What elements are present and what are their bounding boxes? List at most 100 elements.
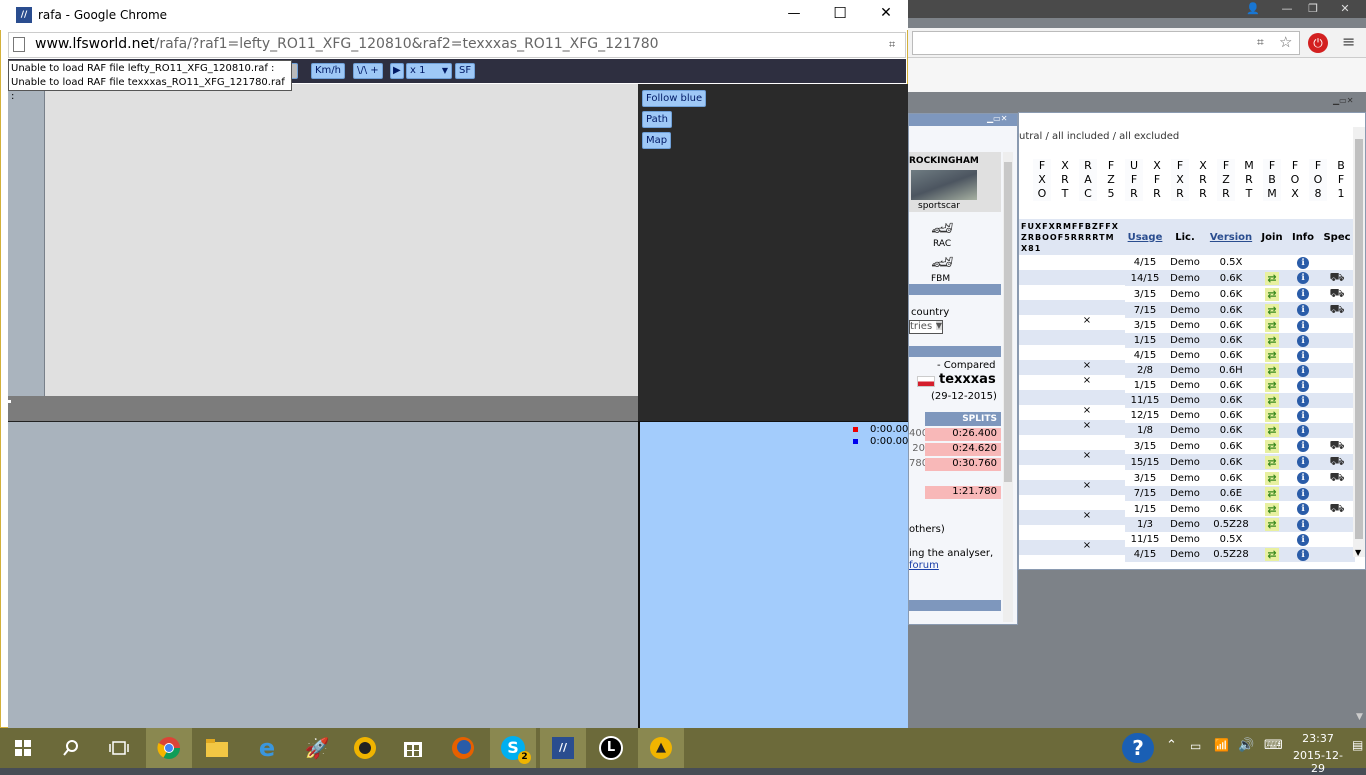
table-row[interactable]: 14/15 Demo 0.6K ⇄ ℹ ⛟ (1125, 270, 1355, 286)
info-icon[interactable]: ℹ (1297, 272, 1309, 284)
bookmark-star-icon[interactable]: ☆ (1279, 33, 1292, 51)
car-filter-column[interactable]: XFR (1148, 159, 1166, 201)
join-icon[interactable]: ⇄ (1265, 548, 1279, 561)
info-icon[interactable]: ℹ (1297, 394, 1309, 407)
maximize-button[interactable]: ☐ (830, 4, 850, 22)
notifications-icon[interactable]: ▤ (1352, 738, 1363, 752)
filter-links[interactable]: utral / all included / all excluded (1019, 131, 1179, 142)
network-icon[interactable]: 📶 (1214, 738, 1229, 752)
l-app-icon[interactable]: L (588, 728, 634, 768)
minimize-button[interactable]: — (784, 6, 804, 21)
car-filter-column[interactable]: FZR (1217, 159, 1235, 201)
file-explorer-icon[interactable] (194, 728, 240, 768)
country-select[interactable]: tries ▼ (909, 320, 943, 334)
info-icon[interactable]: ℹ (1297, 256, 1309, 269)
join-icon[interactable]: ⇄ (1265, 287, 1279, 301)
join-icon[interactable]: ⇄ (1265, 334, 1279, 347)
table-row[interactable]: 12/15 Demo 0.6K ⇄ ℹ (1125, 408, 1355, 423)
page-scroll-down[interactable]: ▼ (1356, 712, 1363, 722)
track-image[interactable] (911, 170, 977, 200)
minimize-icon[interactable]: — (1276, 1, 1298, 17)
keyboard-icon[interactable]: ⌨ (1264, 738, 1283, 753)
table-row[interactable]: 3/15 Demo 0.6K ⇄ ℹ ⛟ (1125, 470, 1355, 486)
list-scrollbar[interactable]: ▼ (1353, 127, 1365, 557)
table-row[interactable]: 3/15 Demo 0.6K ⇄ ℹ (1125, 318, 1355, 333)
table-row[interactable]: 1/15 Demo 0.6K ⇄ ℹ (1125, 378, 1355, 393)
car-filter-column[interactable]: RAC (1079, 159, 1097, 201)
lfs-taskbar-icon[interactable]: // (540, 728, 586, 768)
yellow-app-icon[interactable] (342, 728, 388, 768)
tray-chevron-icon[interactable]: ⌃ (1166, 738, 1177, 753)
car-filter-column[interactable]: XRT (1056, 159, 1074, 201)
background-url-bar[interactable]: ⌗ ☆ (912, 31, 1300, 55)
col-usage[interactable]: Usage (1125, 219, 1165, 255)
spectate-icon[interactable]: ⛟ (1329, 454, 1344, 468)
car-filter-column[interactable]: FXO (1033, 159, 1051, 201)
start-button[interactable] (0, 728, 46, 768)
table-row[interactable]: 7/15 Demo 0.6K ⇄ ℹ ⛟ (1125, 302, 1355, 318)
join-icon[interactable]: ⇄ (1265, 349, 1279, 362)
join-icon[interactable]: ⇄ (1265, 502, 1279, 516)
spectate-icon[interactable]: ⛟ (1329, 270, 1344, 284)
panel-controls[interactable]: ▁▭✕ (987, 114, 1007, 123)
translate-icon[interactable]: ⌗ (889, 38, 895, 52)
forum-link[interactable]: forum (909, 560, 939, 571)
play-button[interactable]: ▶ (390, 63, 404, 79)
car-filter-column[interactable]: XRR (1194, 159, 1212, 201)
graph-scrollbar[interactable] (8, 396, 638, 421)
car-filter-column[interactable]: FO8 (1309, 159, 1327, 201)
help-icon[interactable]: ? (1122, 733, 1154, 763)
edge-icon[interactable]: e (244, 728, 290, 768)
table-row[interactable]: 1/8 Demo 0.6K ⇄ ℹ (1125, 423, 1355, 438)
join-icon[interactable]: ⇄ (1265, 424, 1279, 437)
col-version[interactable]: Version (1205, 219, 1257, 255)
user-icon[interactable]: 👤 (1242, 1, 1264, 17)
info-icon[interactable]: ℹ (1297, 518, 1309, 531)
car-filter-column[interactable]: MRT (1240, 159, 1258, 201)
firefox-icon[interactable] (440, 728, 486, 768)
spectate-icon[interactable]: ⛟ (1329, 286, 1344, 300)
extension-icon[interactable]: ⏻ (1308, 33, 1328, 53)
info-icon[interactable]: ℹ (1297, 319, 1309, 332)
info-icon[interactable]: ℹ (1297, 487, 1309, 500)
table-row[interactable]: 3/15 Demo 0.6K ⇄ ℹ ⛟ (1125, 286, 1355, 302)
map-button[interactable]: Map (642, 132, 672, 149)
car-filter-column[interactable]: FZ5 (1102, 159, 1120, 201)
close-icon[interactable]: ✕ (1334, 1, 1356, 17)
info-icon[interactable]: ℹ (1297, 548, 1309, 561)
info-icon[interactable]: ℹ (1297, 409, 1309, 422)
player-name[interactable]: texxxas (939, 372, 996, 387)
join-icon[interactable]: ⇄ (1265, 518, 1279, 531)
join-icon[interactable]: ⇄ (1265, 303, 1279, 317)
sf-button[interactable]: SF (455, 63, 476, 79)
close-button[interactable]: ✕ (876, 5, 896, 21)
task-view-icon[interactable] (96, 728, 142, 768)
info-icon[interactable]: ℹ (1297, 349, 1309, 362)
graph-button[interactable]: \/\ + (353, 63, 383, 79)
follow-blue-button[interactable]: Follow blue (642, 90, 707, 107)
table-row[interactable]: 11/15 Demo 0.5X ℹ (1125, 532, 1355, 547)
spectate-icon[interactable]: ⛟ (1329, 501, 1344, 515)
clock-time[interactable]: 23:37 (1296, 732, 1340, 745)
info-icon[interactable]: ℹ (1297, 304, 1309, 316)
join-icon[interactable]: ⇄ (1265, 319, 1279, 332)
table-row[interactable]: 7/15 Demo 0.6E ⇄ ℹ (1125, 486, 1355, 501)
panel-scrollbar[interactable] (1003, 152, 1013, 622)
info-icon[interactable]: ℹ (1297, 456, 1309, 468)
lfs-window-controls[interactable]: ▁▭✕ (1333, 96, 1353, 105)
speed-unit-button[interactable]: Km/h (311, 63, 346, 79)
translate-icon[interactable]: ⌗ (1257, 35, 1264, 50)
graph-view[interactable] (45, 84, 638, 396)
menu-icon[interactable]: ≡ (1342, 32, 1355, 51)
store-icon[interactable] (390, 728, 436, 768)
info-icon[interactable]: ℹ (1297, 424, 1309, 437)
table-row[interactable]: 4/15 Demo 0.6K ⇄ ℹ (1125, 348, 1355, 363)
clock-date[interactable]: 2015-12-29 (1290, 749, 1346, 775)
table-row[interactable]: 4/15 Demo 0.5X ℹ (1125, 255, 1355, 270)
join-icon[interactable]: ⇄ (1265, 364, 1279, 377)
join-icon[interactable]: ⇄ (1265, 471, 1279, 485)
car-filter-column[interactable]: FXR (1171, 159, 1189, 201)
join-icon[interactable]: ⇄ (1265, 409, 1279, 422)
table-row[interactable]: 3/15 Demo 0.6K ⇄ ℹ ⛟ (1125, 438, 1355, 454)
join-icon[interactable]: ⇄ (1265, 271, 1279, 285)
